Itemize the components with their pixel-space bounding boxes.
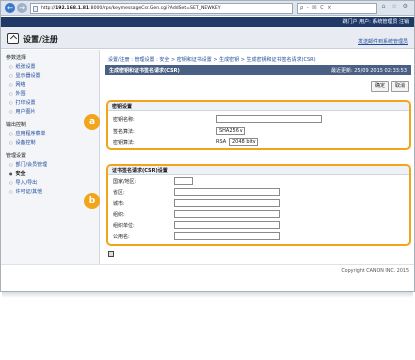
state-label: 省区: <box>113 190 125 196</box>
header: 设置/注册 发送邮件到系统管理员 <box>1 27 414 49</box>
key-algorithm-value: 2048 bit <box>232 139 253 145</box>
sidebar-item-display[interactable]: 显示器设置 <box>9 72 41 79</box>
top-bar: 跳门户 用户: 系统管理员 注销 <box>1 17 414 27</box>
org-unit-label: 组织单位: <box>113 223 135 229</box>
sidebar-item-device-control[interactable]: 设备控制 <box>9 139 36 146</box>
footer: Copyright CANON INC. 2015 <box>1 264 414 276</box>
page-title-bar: 生成密钥和证书签名请求(CSR) 最近更新: 25/09 2015 02:33:… <box>105 65 411 75</box>
topbar-links[interactable]: 跳门户 用户: 系统管理员 注销 <box>343 18 409 25</box>
country-label: 国家/地区: <box>113 179 137 185</box>
cancel-button[interactable]: 取消 <box>391 81 409 92</box>
back-icon[interactable]: ← <box>5 3 15 13</box>
key-algorithm-label: 密钥算法: <box>113 140 135 146</box>
org-unit-input[interactable] <box>174 221 280 229</box>
copyright: Copyright CANON INC. 2015 <box>341 269 409 274</box>
sidebar-item-license[interactable]: 许可证/其他 <box>9 188 43 195</box>
signature-algorithm-label: 签名算法: <box>113 129 135 135</box>
key-settings-title: 密钥设置 <box>112 104 133 110</box>
sidebar-section-management: 管理设置 <box>6 153 27 159</box>
sidebar-item-department[interactable]: 部门/会员管理 <box>9 161 48 168</box>
tab-tools-icons[interactable]: ρ - ☒ C × <box>300 5 333 11</box>
app-title: 设置/注册 <box>23 35 58 44</box>
key-name-input[interactable] <box>216 115 322 123</box>
sidebar-section-preferences: 参数选择 <box>6 55 27 61</box>
sidebar-item-network[interactable]: 网络 <box>9 81 26 88</box>
window-shadow <box>2 292 413 298</box>
chevron-down-icon: ∨ <box>252 139 256 145</box>
breadcrumb[interactable]: 设置/注册 : 管理设置 : 安全 > 密钥和证书设置 > 生成密钥 > 生成密… <box>108 56 316 63</box>
sidebar-item-paper[interactable]: 纸张设置 <box>9 63 36 70</box>
common-name-input[interactable] <box>174 232 280 240</box>
main-content: 设置/注册 : 管理设置 : 安全 > 密钥和证书设置 > 生成密钥 > 生成密… <box>101 50 414 264</box>
ok-button[interactable]: 确定 <box>371 81 389 92</box>
mail-admin-link[interactable]: 发送邮件到系统管理员 <box>358 38 408 45</box>
page-title: 生成密钥和证书签名请求(CSR) <box>109 68 180 74</box>
key-settings-header: 密钥设置 <box>108 102 409 111</box>
last-update: 最近更新: 25/09 2015 02:33:53 <box>330 68 407 74</box>
country-input[interactable] <box>174 177 193 185</box>
organization-input[interactable] <box>174 210 280 218</box>
key-settings-section: 密钥设置 密钥名称: 签名算法: SHA256 ∨ 密钥算法: RSA 2048 … <box>106 100 411 150</box>
sidebar-section-output: 输出控制 <box>6 122 27 128</box>
key-name-label: 密钥名称: <box>113 117 135 123</box>
chevron-down-icon: ∨ <box>239 128 243 134</box>
browser-window: ← → http://192.168.1.81:8000/rps/keymess… <box>0 0 415 292</box>
signature-algorithm-select[interactable]: SHA256 ∨ <box>216 127 245 135</box>
state-input[interactable] <box>174 188 280 196</box>
sidebar-item-print-settings[interactable]: 打印设置 <box>9 99 36 106</box>
home-icon[interactable] <box>7 33 19 44</box>
signature-algorithm-value: SHA256 <box>219 128 239 134</box>
sidebar-item-import-export[interactable]: 导入/导出 <box>9 179 38 186</box>
sidebar-item-external[interactable]: 外围 <box>9 90 26 97</box>
tab-controls[interactable]: ρ - ☒ C × <box>297 3 377 14</box>
forward-icon[interactable]: → <box>17 3 27 13</box>
url-field[interactable]: http://192.168.1.81:8000/rps/keymessageC… <box>30 3 293 14</box>
url-text: http://192.168.1.81:8000/rps/keymessageC… <box>41 6 221 11</box>
toolbar-icons[interactable]: ⌂ ☆ ⚙ <box>382 3 410 10</box>
csr-settings-section: 证书签名请求(CSR)设置 国家/地区: 省区: 城市: 组织: 组织单位: 公… <box>106 164 411 246</box>
csr-settings-header: 证书签名请求(CSR)设置 <box>108 166 409 175</box>
common-name-label: 公用名: <box>113 234 130 240</box>
sidebar: 参数选择 纸张设置 显示器设置 网络 外围 打印设置 用户图片 输出控制 应用程… <box>1 50 100 264</box>
key-algorithm-prefix: RSA <box>216 139 227 145</box>
sidebar-item-app-menu[interactable]: 应用程序菜单 <box>9 130 46 137</box>
csr-settings-title: 证书签名请求(CSR)设置 <box>112 168 168 174</box>
callout-marker-a: a <box>84 114 100 130</box>
sidebar-item-user-image[interactable]: 用户图片 <box>9 108 36 115</box>
organization-label: 组织: <box>113 212 125 218</box>
sidebar-item-security[interactable]: 安全 <box>9 170 26 177</box>
callout-marker-b: b <box>84 193 100 209</box>
printer-icon[interactable] <box>108 251 114 257</box>
page-icon <box>33 6 38 12</box>
key-algorithm-select[interactable]: 2048 bit ∨ <box>229 138 258 146</box>
address-bar: ← → http://192.168.1.81:8000/rps/keymess… <box>1 1 414 16</box>
city-input[interactable] <box>174 199 280 207</box>
city-label: 城市: <box>113 201 125 207</box>
